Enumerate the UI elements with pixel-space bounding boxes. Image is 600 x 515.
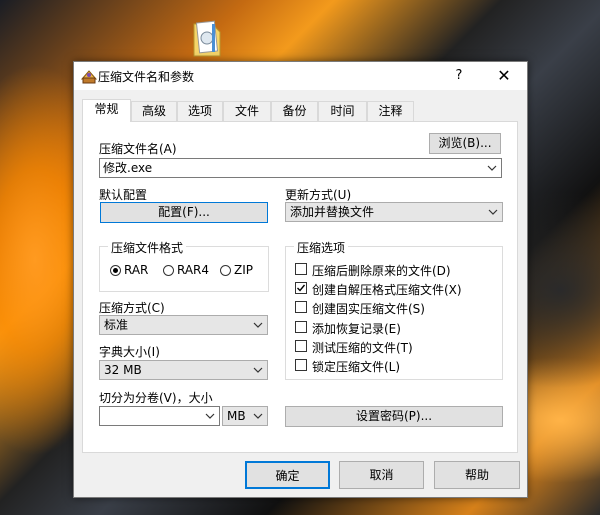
chevron-down-icon — [253, 413, 263, 419]
archive-format-title: 压缩文件格式 — [108, 239, 187, 256]
tab-files[interactable]: 文件 — [223, 101, 271, 121]
general-tab-panel: 压缩文件名(A) 浏览(B)... 修改.exe 默认配置 配置(F)... 更… — [82, 121, 518, 453]
option-delete-after-checkbox[interactable] — [295, 263, 307, 275]
option-solid-label: 创建固实压缩文件(S) — [312, 302, 425, 316]
tab-time[interactable]: 时间 — [318, 101, 367, 121]
format-rar4-label: RAR4 — [177, 263, 210, 277]
option-test-files-checkbox[interactable] — [295, 340, 307, 352]
close-button[interactable]: ✕ — [481, 62, 527, 90]
option-lock-archive-label: 锁定压缩文件(L) — [312, 360, 401, 374]
dictionary-size-label: 字典大小(I) — [99, 345, 160, 359]
set-password-button[interactable]: 设置密码(P)... — [285, 406, 503, 427]
help-button[interactable]: 帮助 — [434, 461, 520, 489]
tab-backup[interactable]: 备份 — [271, 101, 318, 121]
archive-name-and-parameters-dialog: 压缩文件名和参数 ? ✕ 常规 高级 选项 文件 备份 时间 注释 压缩文件名(… — [73, 61, 528, 498]
archiving-options-group: 压缩选项 压缩后删除原来的文件(D) 创建自解压格式压缩文件(X) 创建固实压缩… — [285, 239, 503, 380]
option-solid-checkbox[interactable] — [295, 301, 307, 313]
split-unit-value: MB — [227, 409, 246, 423]
default-profile-label: 默认配置 — [99, 188, 148, 202]
archiving-options-title: 压缩选项 — [294, 239, 349, 256]
window-title: 压缩文件名和参数 — [98, 70, 195, 84]
update-mode-select[interactable]: 添加并替换文件 — [285, 202, 503, 222]
split-unit-select[interactable]: MB — [222, 406, 268, 426]
option-test-files-label: 测试压缩的文件(T) — [312, 341, 413, 355]
tab-options[interactable]: 选项 — [177, 101, 223, 121]
chevron-down-icon — [487, 165, 497, 171]
dictionary-size-select[interactable]: 32 MB — [99, 360, 268, 380]
browse-button[interactable]: 浏览(B)... — [429, 133, 501, 154]
format-zip-label: ZIP — [234, 263, 253, 277]
option-recovery-record-checkbox[interactable] — [295, 321, 307, 333]
update-mode-value: 添加并替换文件 — [290, 205, 375, 219]
desktop-archive-file-icon[interactable] — [190, 18, 224, 58]
ok-button[interactable]: 确定 — [245, 461, 330, 489]
update-mode-label: 更新方式(U) — [285, 188, 352, 202]
chevron-down-icon — [205, 413, 215, 419]
title-bar[interactable]: 压缩文件名和参数 ? ✕ — [74, 62, 527, 90]
format-zip-radio[interactable] — [220, 265, 231, 276]
format-rar4-radio[interactable] — [163, 265, 174, 276]
chevron-down-icon — [253, 322, 263, 328]
split-volume-size-combobox[interactable] — [99, 406, 220, 426]
archive-format-group: 压缩文件格式 RAR RAR4 ZIP — [99, 239, 269, 292]
profiles-button[interactable]: 配置(F)... — [100, 202, 268, 223]
format-rar-radio[interactable] — [110, 265, 121, 276]
cancel-button[interactable]: 取消 — [339, 461, 424, 489]
chevron-down-icon — [253, 367, 263, 373]
dictionary-size-value: 32 MB — [104, 363, 142, 377]
winrar-app-icon — [80, 67, 98, 85]
split-volumes-label: 切分为分卷(V)，大小 — [99, 391, 213, 405]
compression-method-value: 标准 — [104, 318, 129, 332]
option-create-sfx-label: 创建自解压格式压缩文件(X) — [312, 283, 462, 297]
compression-method-label: 压缩方式(C) — [99, 301, 165, 315]
archive-name-combobox[interactable]: 修改.exe — [99, 158, 502, 178]
option-lock-archive-checkbox[interactable] — [295, 359, 307, 371]
archive-name-value: 修改.exe — [103, 161, 153, 175]
compression-method-select[interactable]: 标准 — [99, 315, 268, 335]
tab-advanced[interactable]: 高级 — [131, 101, 177, 121]
option-create-sfx-checkbox[interactable] — [295, 282, 307, 294]
option-delete-after-label: 压缩后删除原来的文件(D) — [312, 264, 451, 278]
format-rar-label: RAR — [124, 263, 149, 277]
archive-name-label: 压缩文件名(A) — [99, 142, 177, 156]
option-recovery-record-label: 添加恢复记录(E) — [312, 322, 401, 336]
tab-comment[interactable]: 注释 — [367, 101, 414, 121]
help-titlebar-button[interactable]: ? — [436, 62, 482, 90]
tab-general[interactable]: 常规 — [82, 99, 131, 122]
checkmark-icon — [297, 284, 306, 292]
chevron-down-icon — [488, 209, 498, 215]
